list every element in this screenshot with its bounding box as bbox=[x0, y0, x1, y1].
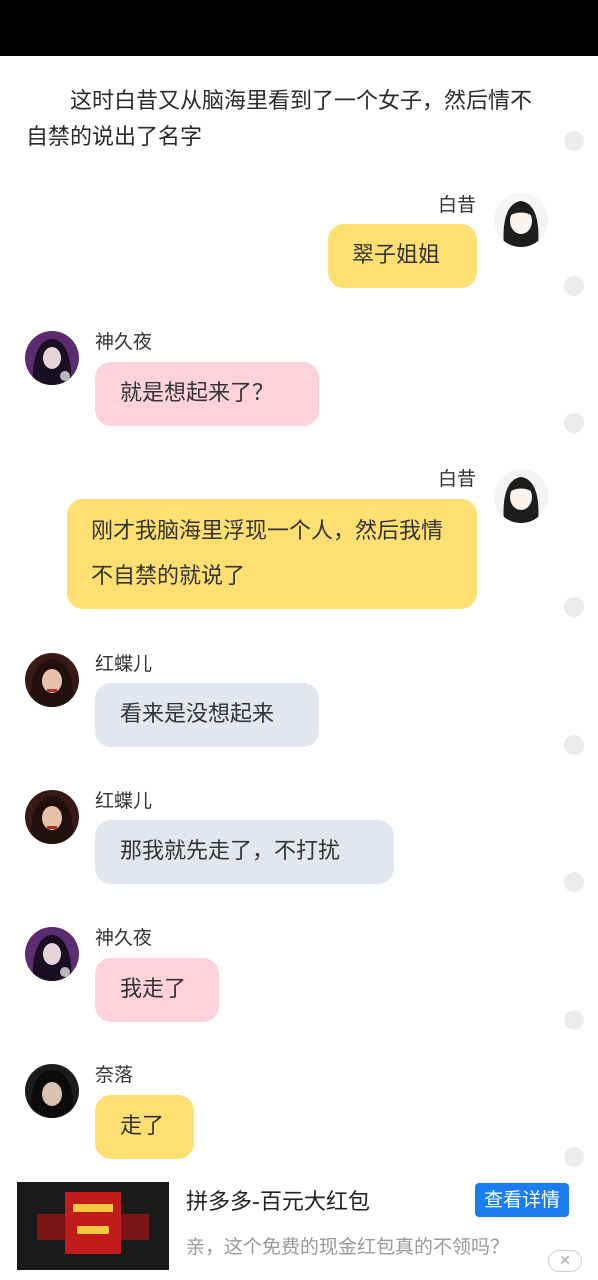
ad-thumbnail-image bbox=[17, 1182, 169, 1270]
message-bubble[interactable]: 走了 bbox=[95, 1095, 194, 1159]
avatar-image bbox=[25, 653, 79, 707]
ad-thumbnail[interactable] bbox=[17, 1182, 169, 1270]
message-text: 那我就先走了，不打扰 bbox=[120, 839, 341, 864]
message-bubble[interactable]: 看来是没想起来 bbox=[95, 683, 319, 747]
avatar-baixi[interactable] bbox=[494, 469, 548, 523]
message-bubble[interactable]: 那我就先走了，不打扰 bbox=[95, 820, 394, 884]
ad-title[interactable]: 拼多多-百元大红包 bbox=[186, 1184, 370, 1216]
view-details-button[interactable]: 查看详情 bbox=[475, 1183, 569, 1217]
speaker-name: 神久夜 bbox=[95, 927, 153, 949]
message-text: 翠子姐姐 bbox=[352, 243, 441, 268]
message-text: 就是想起来了？ bbox=[120, 381, 275, 406]
more-dot[interactable] bbox=[564, 131, 584, 151]
avatar-image bbox=[25, 1064, 79, 1118]
avatar-image bbox=[494, 469, 548, 523]
avatar-kagura[interactable] bbox=[25, 927, 79, 981]
message-text: 刚才我脑海里浮现一个人，然后我情不自禁的就说了 bbox=[91, 519, 444, 589]
more-dot[interactable] bbox=[564, 735, 584, 755]
speaker-name: 奈落 bbox=[95, 1064, 134, 1086]
message-bubble[interactable]: 就是想起来了？ bbox=[95, 362, 319, 426]
narration-text: 这时白昔又从脑海里看到了一个女子，然后情不自禁的说出了名字 bbox=[26, 89, 533, 150]
avatar-kagura[interactable] bbox=[25, 331, 79, 385]
speaker-name: 神久夜 bbox=[95, 331, 153, 353]
avatar-baixi[interactable] bbox=[494, 193, 548, 247]
avatar-naraku[interactable] bbox=[25, 1064, 79, 1118]
more-dot[interactable] bbox=[564, 413, 584, 433]
more-dot[interactable] bbox=[564, 1010, 584, 1030]
close-icon[interactable]: ✕ bbox=[548, 1250, 582, 1272]
message-bubble[interactable]: 刚才我脑海里浮现一个人，然后我情不自禁的就说了 bbox=[67, 499, 477, 609]
status-bar bbox=[0, 0, 598, 56]
more-dot[interactable] bbox=[564, 872, 584, 892]
more-dot[interactable] bbox=[564, 1147, 584, 1167]
avatar-image bbox=[25, 927, 79, 981]
message-bubble[interactable]: 我走了 bbox=[95, 958, 219, 1022]
avatar-image bbox=[25, 331, 79, 385]
avatar-hongdieer[interactable] bbox=[25, 653, 79, 707]
speaker-name: 红蝶儿 bbox=[95, 790, 153, 812]
more-dot[interactable] bbox=[564, 276, 584, 296]
speaker-name: 红蝶儿 bbox=[95, 653, 153, 675]
avatar-image bbox=[25, 790, 79, 844]
ad-banner[interactable]: 拼多多-百元大红包 亲，这个免费的现金红包真的不领吗？ 查看详情 ✕ bbox=[0, 1170, 598, 1280]
speaker-name: 白昔 bbox=[437, 468, 476, 490]
message-bubble[interactable]: 翠子姐姐 bbox=[328, 224, 477, 288]
more-dot[interactable] bbox=[564, 597, 584, 617]
message-text: 我走了 bbox=[120, 977, 187, 1002]
avatar-hongdieer[interactable] bbox=[25, 790, 79, 844]
message-text: 看来是没想起来 bbox=[120, 702, 275, 727]
ad-subtitle: 亲，这个免费的现金红包真的不领吗？ bbox=[186, 1236, 510, 1258]
avatar-image bbox=[494, 193, 548, 247]
speaker-name: 白昔 bbox=[437, 194, 476, 216]
message-text: 走了 bbox=[120, 1114, 165, 1139]
